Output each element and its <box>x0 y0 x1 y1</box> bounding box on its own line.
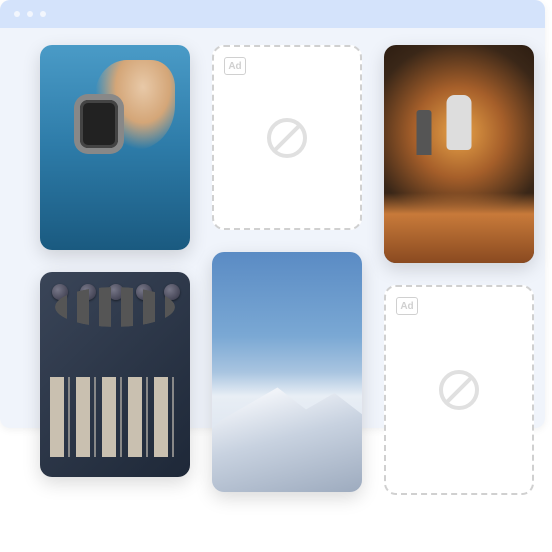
mixer-knobs <box>52 284 180 300</box>
ad-badge: Ad <box>224 57 246 75</box>
prohibited-icon <box>437 368 481 412</box>
grid-column-2: Ad <box>212 45 362 495</box>
snow-mountain-photo-card[interactable] <box>212 252 362 492</box>
smartwatch-photo-card[interactable] <box>40 45 190 250</box>
image-grid: Ad Ad <box>40 45 530 495</box>
ad-placeholder-card[interactable]: Ad <box>212 45 362 230</box>
grid-column-1 <box>40 45 190 495</box>
window-control-dot[interactable] <box>40 11 46 17</box>
concert-stage-photo-card[interactable] <box>384 45 534 263</box>
ad-badge: Ad <box>396 297 418 315</box>
window-control-dot[interactable] <box>14 11 20 17</box>
prohibited-icon <box>265 116 309 160</box>
window-titlebar <box>0 0 545 28</box>
audio-mixer-photo-card[interactable] <box>40 272 190 477</box>
window-control-dot[interactable] <box>27 11 33 17</box>
grid-column-3: Ad <box>384 45 534 495</box>
ad-placeholder-card[interactable]: Ad <box>384 285 534 495</box>
